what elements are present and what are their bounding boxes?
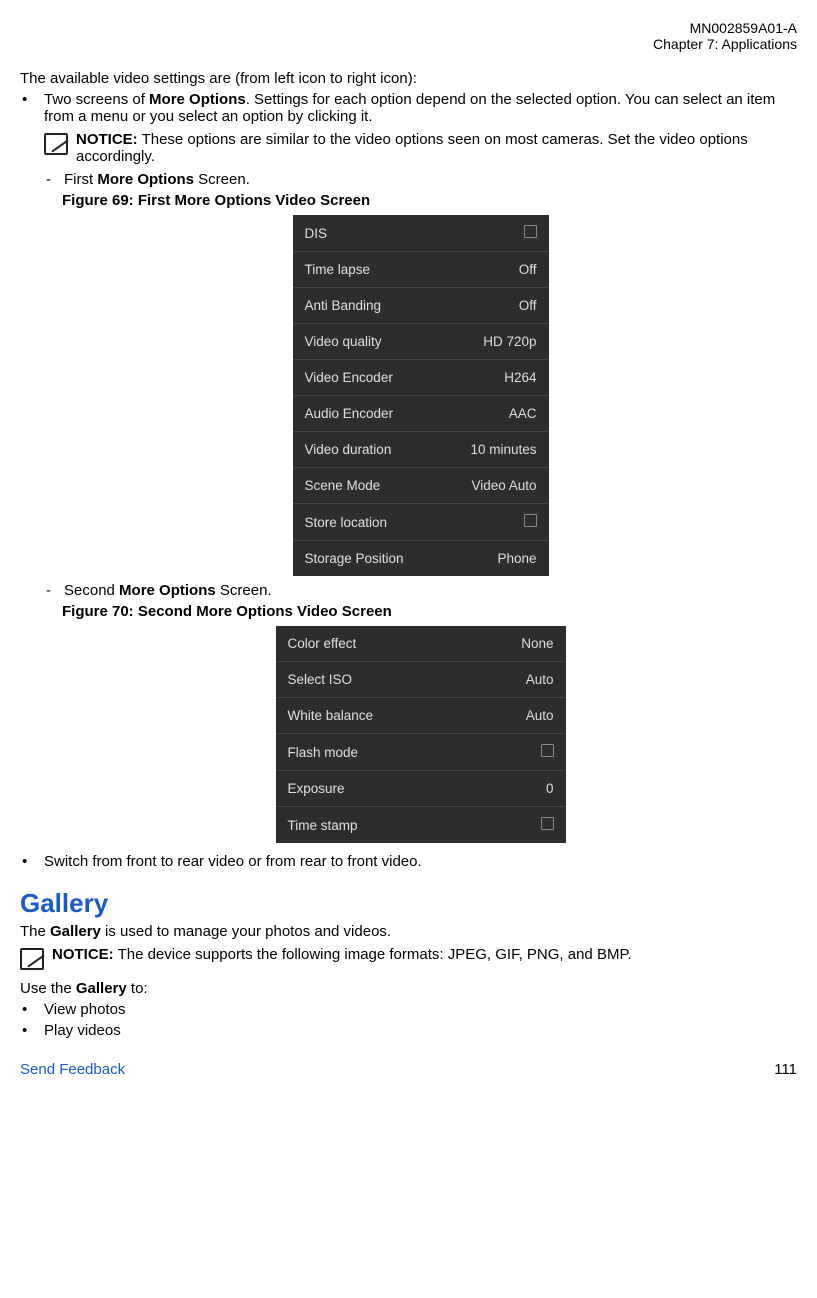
- bullet-icon: •: [20, 1022, 44, 1039]
- option-row: Time lapseOff: [293, 252, 549, 288]
- option-row: Audio EncoderAAC: [293, 396, 549, 432]
- notice-label: NOTICE:: [76, 131, 138, 148]
- notice-block: NOTICE: These options are similar to the…: [44, 131, 797, 165]
- option-label: Select ISO: [276, 662, 468, 698]
- text: Switch from front to rear video or from …: [44, 853, 797, 870]
- text-bold: More Options: [97, 171, 194, 188]
- text: The Gallery is used to manage your photo…: [20, 923, 797, 940]
- option-label: Video Encoder: [293, 360, 441, 396]
- option-value: None: [467, 626, 565, 662]
- intro-text: The available video settings are (from l…: [20, 70, 797, 87]
- list-item: • Two screens of More Options. Settings …: [20, 91, 797, 849]
- option-value: [467, 734, 565, 771]
- option-row: Storage PositionPhone: [293, 541, 549, 577]
- text: Screen.: [216, 582, 272, 599]
- list-item: • Switch from front to rear video or fro…: [20, 853, 797, 870]
- option-value: Auto: [467, 662, 565, 698]
- option-row: DIS: [293, 215, 549, 252]
- checkbox-icon: [541, 817, 554, 830]
- option-row: Store location: [293, 504, 549, 541]
- text: View photos: [44, 1001, 797, 1018]
- notice-icon: [20, 948, 44, 970]
- option-label: Video duration: [293, 432, 441, 468]
- text-bold: More Options: [149, 91, 246, 108]
- screenshot-options-2: Color effectNoneSelect ISOAutoWhite bala…: [276, 626, 566, 843]
- option-label: Storage Position: [293, 541, 441, 577]
- option-label: Color effect: [276, 626, 468, 662]
- text: First: [64, 171, 97, 188]
- bullet-icon: •: [20, 91, 44, 108]
- option-label: Flash mode: [276, 734, 468, 771]
- option-row: Exposure0: [276, 771, 566, 807]
- option-value: Auto: [467, 698, 565, 734]
- option-row: Select ISOAuto: [276, 662, 566, 698]
- option-row: Video qualityHD 720p: [293, 324, 549, 360]
- option-row: Time stamp: [276, 807, 566, 844]
- option-value: H264: [440, 360, 548, 396]
- option-value: [467, 807, 565, 844]
- notice-icon: [44, 133, 68, 155]
- option-label: Video quality: [293, 324, 441, 360]
- option-row: Anti BandingOff: [293, 288, 549, 324]
- notice-text: The device supports the following image …: [114, 946, 632, 963]
- page-header: MN002859A01-A Chapter 7: Applications: [20, 20, 797, 52]
- option-label: Store location: [293, 504, 441, 541]
- option-row: Color effectNone: [276, 626, 566, 662]
- section-title-gallery: Gallery: [20, 888, 797, 919]
- notice-text: These options are similar to the video o…: [76, 131, 748, 165]
- option-label: Audio Encoder: [293, 396, 441, 432]
- option-row: White balanceAuto: [276, 698, 566, 734]
- text: Play videos: [44, 1022, 797, 1039]
- notice-block: NOTICE: The device supports the followin…: [20, 946, 797, 970]
- list-item: - First More Options Screen.: [44, 171, 797, 188]
- dash-icon: -: [44, 582, 64, 599]
- dash-icon: -: [44, 171, 64, 188]
- option-label: Time stamp: [276, 807, 468, 844]
- option-value: HD 720p: [440, 324, 548, 360]
- option-row: Video EncoderH264: [293, 360, 549, 396]
- text-bold: More Options: [119, 582, 216, 599]
- option-value: [440, 504, 548, 541]
- option-label: Anti Banding: [293, 288, 441, 324]
- option-label: Scene Mode: [293, 468, 441, 504]
- option-label: Time lapse: [293, 252, 441, 288]
- bullet-icon: •: [20, 1001, 44, 1018]
- bullet-icon: •: [20, 853, 44, 870]
- doc-id: MN002859A01-A: [20, 20, 797, 36]
- option-label: White balance: [276, 698, 468, 734]
- option-label: Exposure: [276, 771, 468, 807]
- list-item: •View photos: [20, 1001, 797, 1018]
- option-row: Scene ModeVideo Auto: [293, 468, 549, 504]
- list-item: - Second More Options Screen.: [44, 582, 797, 599]
- text: Screen.: [194, 171, 250, 188]
- text: Second: [64, 582, 119, 599]
- option-label: DIS: [293, 215, 441, 252]
- option-value: Off: [440, 288, 548, 324]
- option-value: Phone: [440, 541, 548, 577]
- figure-caption: Figure 69: First More Options Video Scre…: [62, 192, 797, 209]
- checkbox-icon: [524, 514, 537, 527]
- option-value: AAC: [440, 396, 548, 432]
- option-value: Off: [440, 252, 548, 288]
- notice-label: NOTICE:: [52, 946, 114, 963]
- option-value: 0: [467, 771, 565, 807]
- page-number: 111: [774, 1061, 797, 1078]
- option-value: [440, 215, 548, 252]
- option-row: Flash mode: [276, 734, 566, 771]
- text: Use the Gallery to:: [20, 980, 797, 997]
- option-value: 10 minutes: [440, 432, 548, 468]
- figure-caption: Figure 70: Second More Options Video Scr…: [62, 603, 797, 620]
- list-item: •Play videos: [20, 1022, 797, 1039]
- checkbox-icon: [541, 744, 554, 757]
- checkbox-icon: [524, 225, 537, 238]
- text: Two screens of: [44, 91, 149, 108]
- send-feedback-link[interactable]: Send Feedback: [20, 1061, 125, 1078]
- screenshot-options-1: DISTime lapseOffAnti BandingOffVideo qua…: [293, 215, 549, 576]
- option-row: Video duration10 minutes: [293, 432, 549, 468]
- chapter-title: Chapter 7: Applications: [20, 36, 797, 52]
- option-value: Video Auto: [440, 468, 548, 504]
